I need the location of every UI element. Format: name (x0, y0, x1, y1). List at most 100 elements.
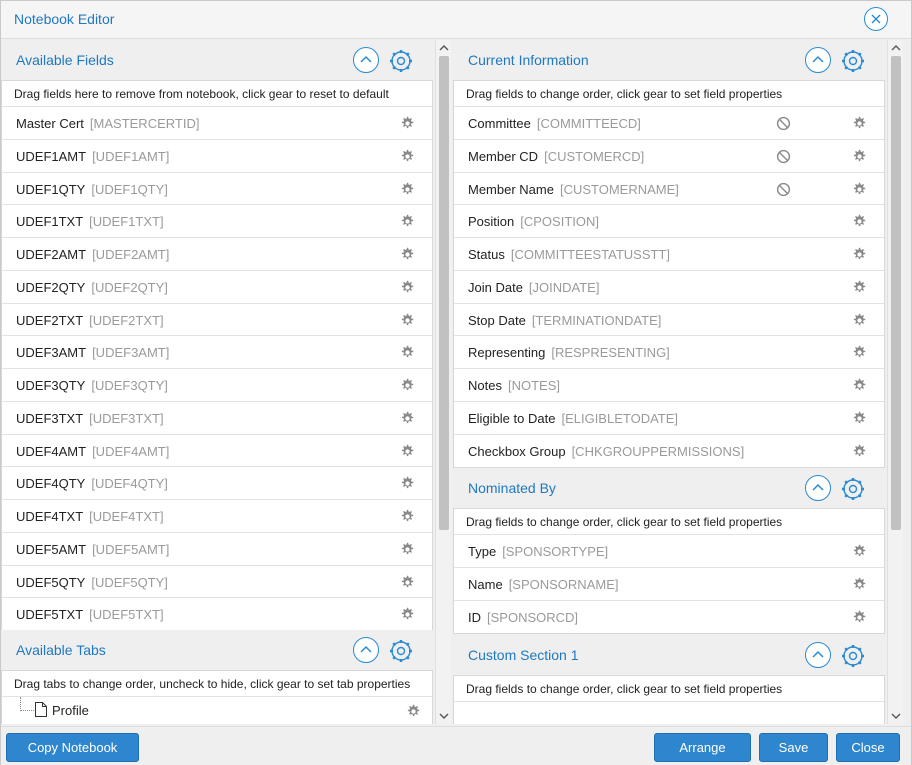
nominated-by-title: Nominated By (468, 480, 556, 496)
collapse-nominated-by-button[interactable] (805, 475, 831, 501)
field-row[interactable]: UDEF3QTY [UDEF3QTY] (2, 369, 432, 402)
gear-icon[interactable] (852, 411, 867, 426)
current-information-hint: Drag fields to change order, click gear … (454, 81, 884, 107)
gear-icon[interactable] (400, 476, 415, 491)
scroll-down-icon[interactable] (439, 712, 449, 720)
collapse-custom-section-1-button[interactable] (805, 642, 831, 668)
field-label: Notes (468, 378, 502, 393)
collapse-current-information-button[interactable] (805, 47, 831, 73)
field-row[interactable]: Master Cert [MASTERCERTID] (2, 107, 432, 140)
collapse-available-tabs-button[interactable] (353, 637, 379, 663)
field-label-group: ID [SPONSORCD] (468, 610, 578, 625)
right-scrollbar[interactable] (887, 40, 903, 724)
left-scroll-thumb[interactable] (439, 56, 449, 530)
field-row[interactable]: UDEF5AMT [UDEF5AMT] (2, 533, 432, 566)
field-label: UDEF4TXT (16, 509, 84, 524)
arrange-sections-button[interactable]: Arrange Sections (654, 733, 751, 762)
gear-icon[interactable] (400, 116, 415, 131)
field-row[interactable]: UDEF4AMT [UDEF4AMT] (2, 435, 432, 468)
field-row[interactable]: Position [CPOSITION] (454, 205, 884, 238)
copy-notebook-settings-button[interactable]: Copy Notebook Settings (6, 733, 139, 762)
gear-icon[interactable] (852, 577, 867, 592)
gear-icon[interactable] (852, 610, 867, 625)
field-row[interactable]: UDEF1QTY [UDEF1QTY] (2, 173, 432, 206)
scroll-down-icon[interactable] (891, 712, 901, 720)
left-column: Available Fields Drag fields here to rem… (1, 40, 453, 724)
gear-icon[interactable] (400, 378, 415, 393)
gear-icon[interactable] (400, 280, 415, 295)
gear-icon[interactable] (400, 149, 415, 164)
gear-icon[interactable] (852, 444, 867, 459)
field-code: [COMMITTEECD] (536, 116, 641, 131)
field-row[interactable]: Stop Date [TERMINATIONDATE] (454, 304, 884, 337)
gear-icon[interactable] (400, 411, 415, 426)
field-label-group: Position [CPOSITION] (468, 214, 599, 229)
field-row[interactable]: UDEF2QTY [UDEF2QTY] (2, 271, 432, 304)
tab-item-profile[interactable]: Profile (2, 697, 432, 724)
gear-icon[interactable] (852, 280, 867, 295)
right-scroll-thumb[interactable] (891, 56, 901, 530)
section-gear-icon[interactable] (839, 475, 867, 503)
field-row[interactable]: Eligible to Date [ELIGIBLETODATE] (454, 402, 884, 435)
field-row[interactable]: UDEF2TXT [UDEF2TXT] (2, 304, 432, 337)
field-row[interactable]: Join Date [JOINDATE] (454, 271, 884, 304)
gear-icon[interactable] (852, 247, 867, 262)
field-row[interactable]: Name [SPONSORNAME] (454, 568, 884, 601)
gear-icon[interactable] (400, 345, 415, 360)
field-row[interactable]: Member CD [CUSTOMERCD] (454, 140, 884, 173)
field-row[interactable]: Committee [COMMITTEECD] (454, 107, 884, 140)
field-row[interactable]: UDEF4TXT [UDEF4TXT] (2, 500, 432, 533)
gear-icon[interactable] (852, 345, 867, 360)
field-row[interactable]: UDEF4QTY [UDEF4QTY] (2, 467, 432, 500)
gear-icon[interactable] (400, 509, 415, 524)
field-row[interactable]: UDEF3TXT [UDEF3TXT] (2, 402, 432, 435)
field-label-group: Representing [RESPRESENTING] (468, 345, 670, 360)
section-gear-icon[interactable] (839, 47, 867, 75)
gear-icon[interactable] (852, 544, 867, 559)
gear-icon[interactable] (852, 182, 867, 197)
field-row[interactable]: Notes [NOTES] (454, 369, 884, 402)
field-row[interactable]: UDEF2AMT [UDEF2AMT] (2, 238, 432, 271)
field-row[interactable]: ID [SPONSORCD] (454, 601, 884, 634)
collapse-available-fields-button[interactable] (353, 47, 379, 73)
section-gear-icon[interactable] (387, 637, 415, 665)
field-label: UDEF2QTY (16, 279, 86, 295)
left-scrollbar[interactable] (435, 40, 451, 724)
gear-icon[interactable] (400, 247, 415, 262)
gear-icon[interactable] (852, 313, 867, 328)
field-label-group: UDEF2QTY [UDEF2QTY] (16, 280, 168, 295)
gear-icon[interactable] (400, 444, 415, 459)
field-row[interactable]: UDEF5TXT [UDEF5TXT] (2, 598, 432, 631)
field-label-group: Member CD [CUSTOMERCD] (468, 149, 644, 164)
field-row[interactable]: Member Name [CUSTOMERNAME] (454, 173, 884, 206)
gear-icon[interactable] (406, 704, 421, 719)
section-gear-icon[interactable] (387, 47, 415, 75)
field-row[interactable]: UDEF1AMT [UDEF1AMT] (2, 140, 432, 173)
field-row[interactable]: UDEF3AMT [UDEF3AMT] (2, 336, 432, 369)
section-gear-icon[interactable] (839, 642, 867, 670)
close-dialog-button[interactable] (864, 7, 888, 31)
gear-icon[interactable] (852, 149, 867, 164)
save-button[interactable]: Save (759, 733, 828, 762)
gear-icon[interactable] (400, 607, 415, 622)
field-row[interactable]: Representing [RESPRESENTING] (454, 336, 884, 369)
field-label-group: UDEF4AMT [UDEF4AMT] (16, 444, 169, 459)
gear-icon[interactable] (400, 575, 415, 590)
field-row[interactable]: Checkbox Group [CHKGROUPPERMISSIONS] (454, 435, 884, 468)
field-label: UDEF5AMT (16, 541, 87, 557)
gear-icon[interactable] (852, 378, 867, 393)
gear-icon[interactable] (400, 182, 415, 197)
field-row[interactable]: Status [COMMITTEESTATUSSTT] (454, 238, 884, 271)
locked-icon (776, 182, 791, 196)
gear-icon[interactable] (400, 313, 415, 328)
gear-icon[interactable] (852, 214, 867, 229)
field-row[interactable]: UDEF1TXT [UDEF1TXT] (2, 205, 432, 238)
gear-icon[interactable] (400, 542, 415, 557)
field-row[interactable]: UDEF5QTY [UDEF5QTY] (2, 566, 432, 599)
gear-icon[interactable] (400, 214, 415, 229)
field-row[interactable]: Type [SPONSORTYPE] (454, 535, 884, 568)
scroll-up-icon[interactable] (891, 44, 901, 52)
close-button[interactable]: Close (836, 733, 900, 762)
gear-icon[interactable] (852, 116, 867, 131)
scroll-up-icon[interactable] (439, 44, 449, 52)
